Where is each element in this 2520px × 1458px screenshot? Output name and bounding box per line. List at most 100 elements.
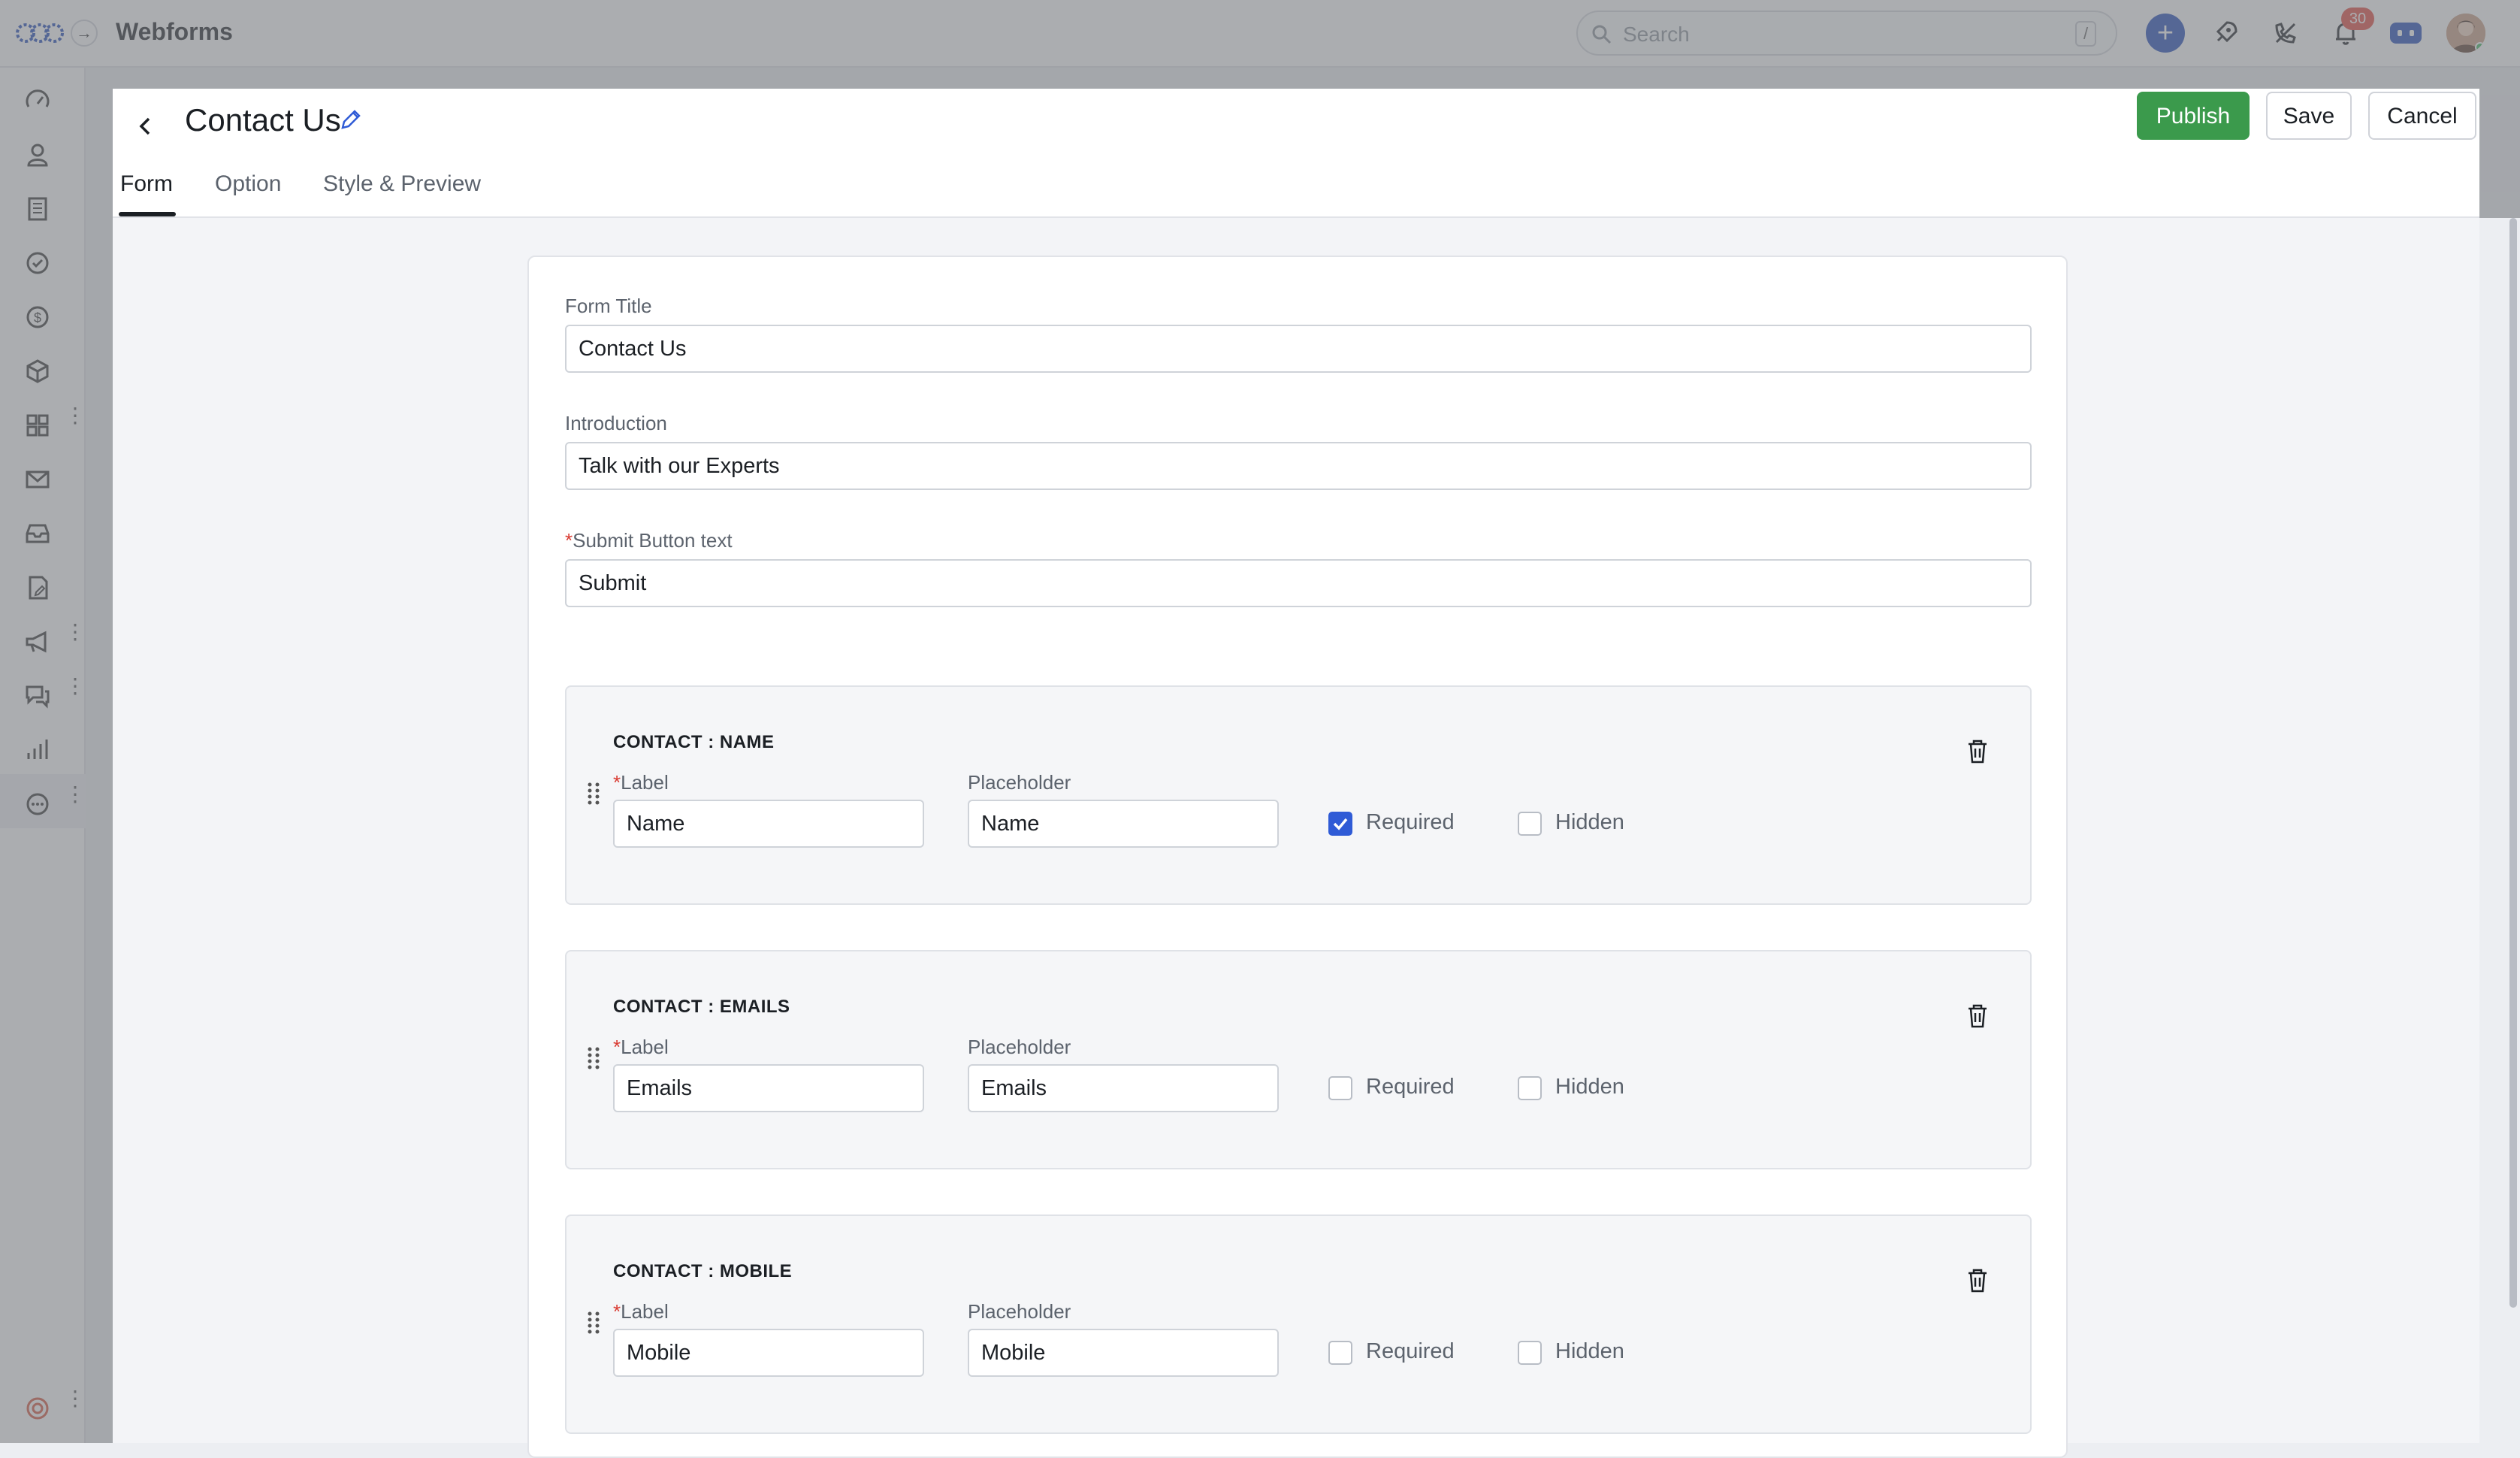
drag-handle-icon[interactable] <box>585 1045 603 1072</box>
publish-button[interactable]: Publish <box>2137 92 2250 140</box>
field-title: CONTACT : NAME <box>613 732 775 752</box>
nav-item-help[interactable]: ⋮ <box>0 1378 86 1432</box>
nav-item-inbox[interactable] <box>0 504 86 558</box>
assistant-button[interactable] <box>2386 14 2425 53</box>
webform-editor-panel: Contact Us Publish Save Cancel Form Opti… <box>113 89 2479 1458</box>
placeholder-input[interactable]: Mobile <box>968 1329 1279 1377</box>
nav-item-chat[interactable]: ⋮ <box>0 666 86 720</box>
back-button[interactable] <box>123 104 168 149</box>
nav-item-apps[interactable]: ⋮ <box>0 395 86 449</box>
drag-handle-icon[interactable] <box>585 780 603 807</box>
app-logo-icon[interactable] <box>15 17 65 50</box>
active-tab-indicator <box>119 212 176 216</box>
label-input[interactable]: Emails <box>613 1064 924 1112</box>
more-options-icon[interactable]: ⋮ <box>65 676 86 697</box>
vertical-scrollbar[interactable] <box>2509 218 2517 1308</box>
tab-form[interactable]: Form <box>120 171 173 197</box>
search-input[interactable]: Search / <box>1576 11 2117 56</box>
placeholder-input[interactable]: Name <box>968 800 1279 848</box>
trash-icon[interactable] <box>1963 1001 1993 1031</box>
mail-icon <box>26 470 50 489</box>
online-status-dot <box>2475 42 2485 53</box>
nav-item-reports[interactable] <box>0 720 86 774</box>
megaphone-icon <box>26 631 47 653</box>
more-options-icon[interactable]: ⋮ <box>65 784 86 805</box>
gap-dim-overlay <box>113 68 2520 89</box>
submit-button-text-input[interactable]: Submit <box>565 559 2032 607</box>
submit-button-text-caption: Submit Button text <box>573 529 733 552</box>
more-options-icon[interactable]: ⋮ <box>65 1388 86 1409</box>
search-placeholder: Search <box>1623 23 1690 46</box>
required-mark: * <box>613 1036 621 1058</box>
introduction-input[interactable]: Talk with our Experts <box>565 442 2032 490</box>
required-label: Required <box>1366 1075 1455 1099</box>
rocket-icon <box>2216 21 2237 43</box>
editor-header: Contact Us Publish Save Cancel Form Opti… <box>113 89 2479 218</box>
deals-icon: $ <box>26 306 49 328</box>
hidden-checkbox[interactable] <box>1518 1076 1542 1100</box>
reports-icon <box>27 740 48 759</box>
tab-option[interactable]: Option <box>215 171 281 197</box>
nav-item-mail[interactable] <box>0 449 86 504</box>
label-input[interactable]: Name <box>613 800 924 848</box>
notifications-badge: 30 <box>2341 8 2374 30</box>
edit-pencil-icon[interactable] <box>338 107 364 132</box>
placeholder-caption: Placeholder <box>968 1300 1071 1323</box>
nav-item-documents[interactable] <box>0 558 86 612</box>
nav-item-dashboard[interactable] <box>0 71 86 125</box>
label-caption-text: Label <box>621 1300 669 1323</box>
help-lifebuoy-icon <box>26 1397 49 1420</box>
required-mark: * <box>565 529 573 552</box>
form-title-input[interactable]: Contact Us <box>565 325 2032 373</box>
tab-style-preview[interactable]: Style & Preview <box>323 171 481 197</box>
apps-icon <box>26 414 49 437</box>
introduction-label: Introduction <box>565 412 667 434</box>
label-caption: *Label <box>613 1300 669 1323</box>
required-checkbox[interactable] <box>1328 1341 1352 1365</box>
search-icon <box>1592 25 1612 44</box>
required-mark: * <box>613 771 621 794</box>
user-avatar[interactable] <box>2446 14 2485 53</box>
label-caption-text: Label <box>621 771 669 794</box>
hidden-checkbox[interactable] <box>1518 1341 1542 1365</box>
chat-icon <box>26 685 50 709</box>
save-button[interactable]: Save <box>2266 92 2352 140</box>
tasks-icon <box>26 252 49 274</box>
hidden-checkbox[interactable] <box>1518 812 1542 836</box>
phone-button[interactable] <box>2266 14 2305 53</box>
placeholder-input[interactable]: Emails <box>968 1064 1279 1112</box>
page-title: Contact Us <box>185 102 341 138</box>
drag-handle-icon[interactable] <box>585 1309 603 1336</box>
nav-item-contacts[interactable] <box>0 125 86 179</box>
add-new-button[interactable]: + <box>2146 14 2185 53</box>
trash-icon[interactable] <box>1963 737 1993 767</box>
more-options-icon[interactable]: ⋮ <box>65 405 86 426</box>
cancel-button[interactable]: Cancel <box>2368 92 2476 140</box>
documents-icon <box>29 576 48 600</box>
label-caption: *Label <box>613 771 669 794</box>
nav-item-companies[interactable] <box>0 179 86 233</box>
rocket-button[interactable] <box>2206 14 2245 53</box>
nav-item-deals[interactable]: $ <box>0 287 86 341</box>
nav-item-more[interactable]: ⋮ <box>0 774 86 828</box>
nav-item-tasks[interactable] <box>0 233 86 287</box>
hidden-label: Hidden <box>1555 1339 1624 1363</box>
label-input[interactable]: Mobile <box>613 1329 924 1377</box>
required-checkbox[interactable] <box>1328 812 1352 836</box>
label-caption: *Label <box>613 1036 669 1059</box>
nav-item-campaigns[interactable]: ⋮ <box>0 612 86 666</box>
required-checkbox[interactable] <box>1328 1076 1352 1100</box>
more-circle-icon <box>26 793 49 815</box>
app-title: Webforms <box>116 18 233 45</box>
form-title-label: Form Title <box>565 295 652 317</box>
nav-item-products[interactable] <box>0 341 86 395</box>
submit-button-text-label: *Submit Button text <box>565 529 733 552</box>
dashboard-icon <box>26 89 50 107</box>
robot-icon <box>2390 23 2422 44</box>
expand-nav-button[interactable]: → <box>71 20 98 47</box>
contacts-icon <box>27 144 48 167</box>
more-options-icon[interactable]: ⋮ <box>65 622 86 643</box>
trash-icon[interactable] <box>1963 1266 1993 1296</box>
top-bar: → Webforms Search / + 30 <box>0 0 2520 68</box>
required-label: Required <box>1366 1339 1455 1363</box>
